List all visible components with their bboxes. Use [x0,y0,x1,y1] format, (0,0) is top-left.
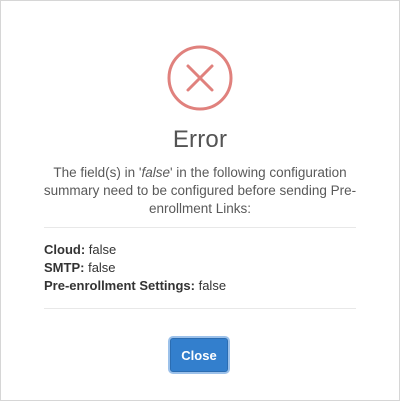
summary-value: false [88,260,116,275]
divider-bottom [44,308,356,309]
message-prefix: The field(s) in ' [53,165,142,180]
summary-value: false [88,242,117,257]
summary-label: Pre-enrollment Settings: [44,278,195,293]
error-dialog: Error The field(s) in 'false' in the fol… [0,0,400,401]
error-x-circle-icon [167,45,233,111]
close-button[interactable]: Close [170,338,228,372]
configuration-summary: Cloud: false SMTP: false Pre-enrollment … [44,241,356,295]
summary-row-smtp: SMTP: false [44,259,356,277]
summary-row-cloud: Cloud: false [44,241,356,259]
message-highlight: false [141,165,170,180]
divider-top [44,227,356,228]
summary-label: Cloud: [44,242,86,257]
dialog-title: Error [172,126,228,153]
summary-row-pre-enrollment-settings: Pre-enrollment Settings: false [44,277,356,295]
summary-label: SMTP: [44,260,85,275]
summary-value: false [198,278,227,293]
dialog-message: The field(s) in 'false' in the following… [41,164,359,218]
